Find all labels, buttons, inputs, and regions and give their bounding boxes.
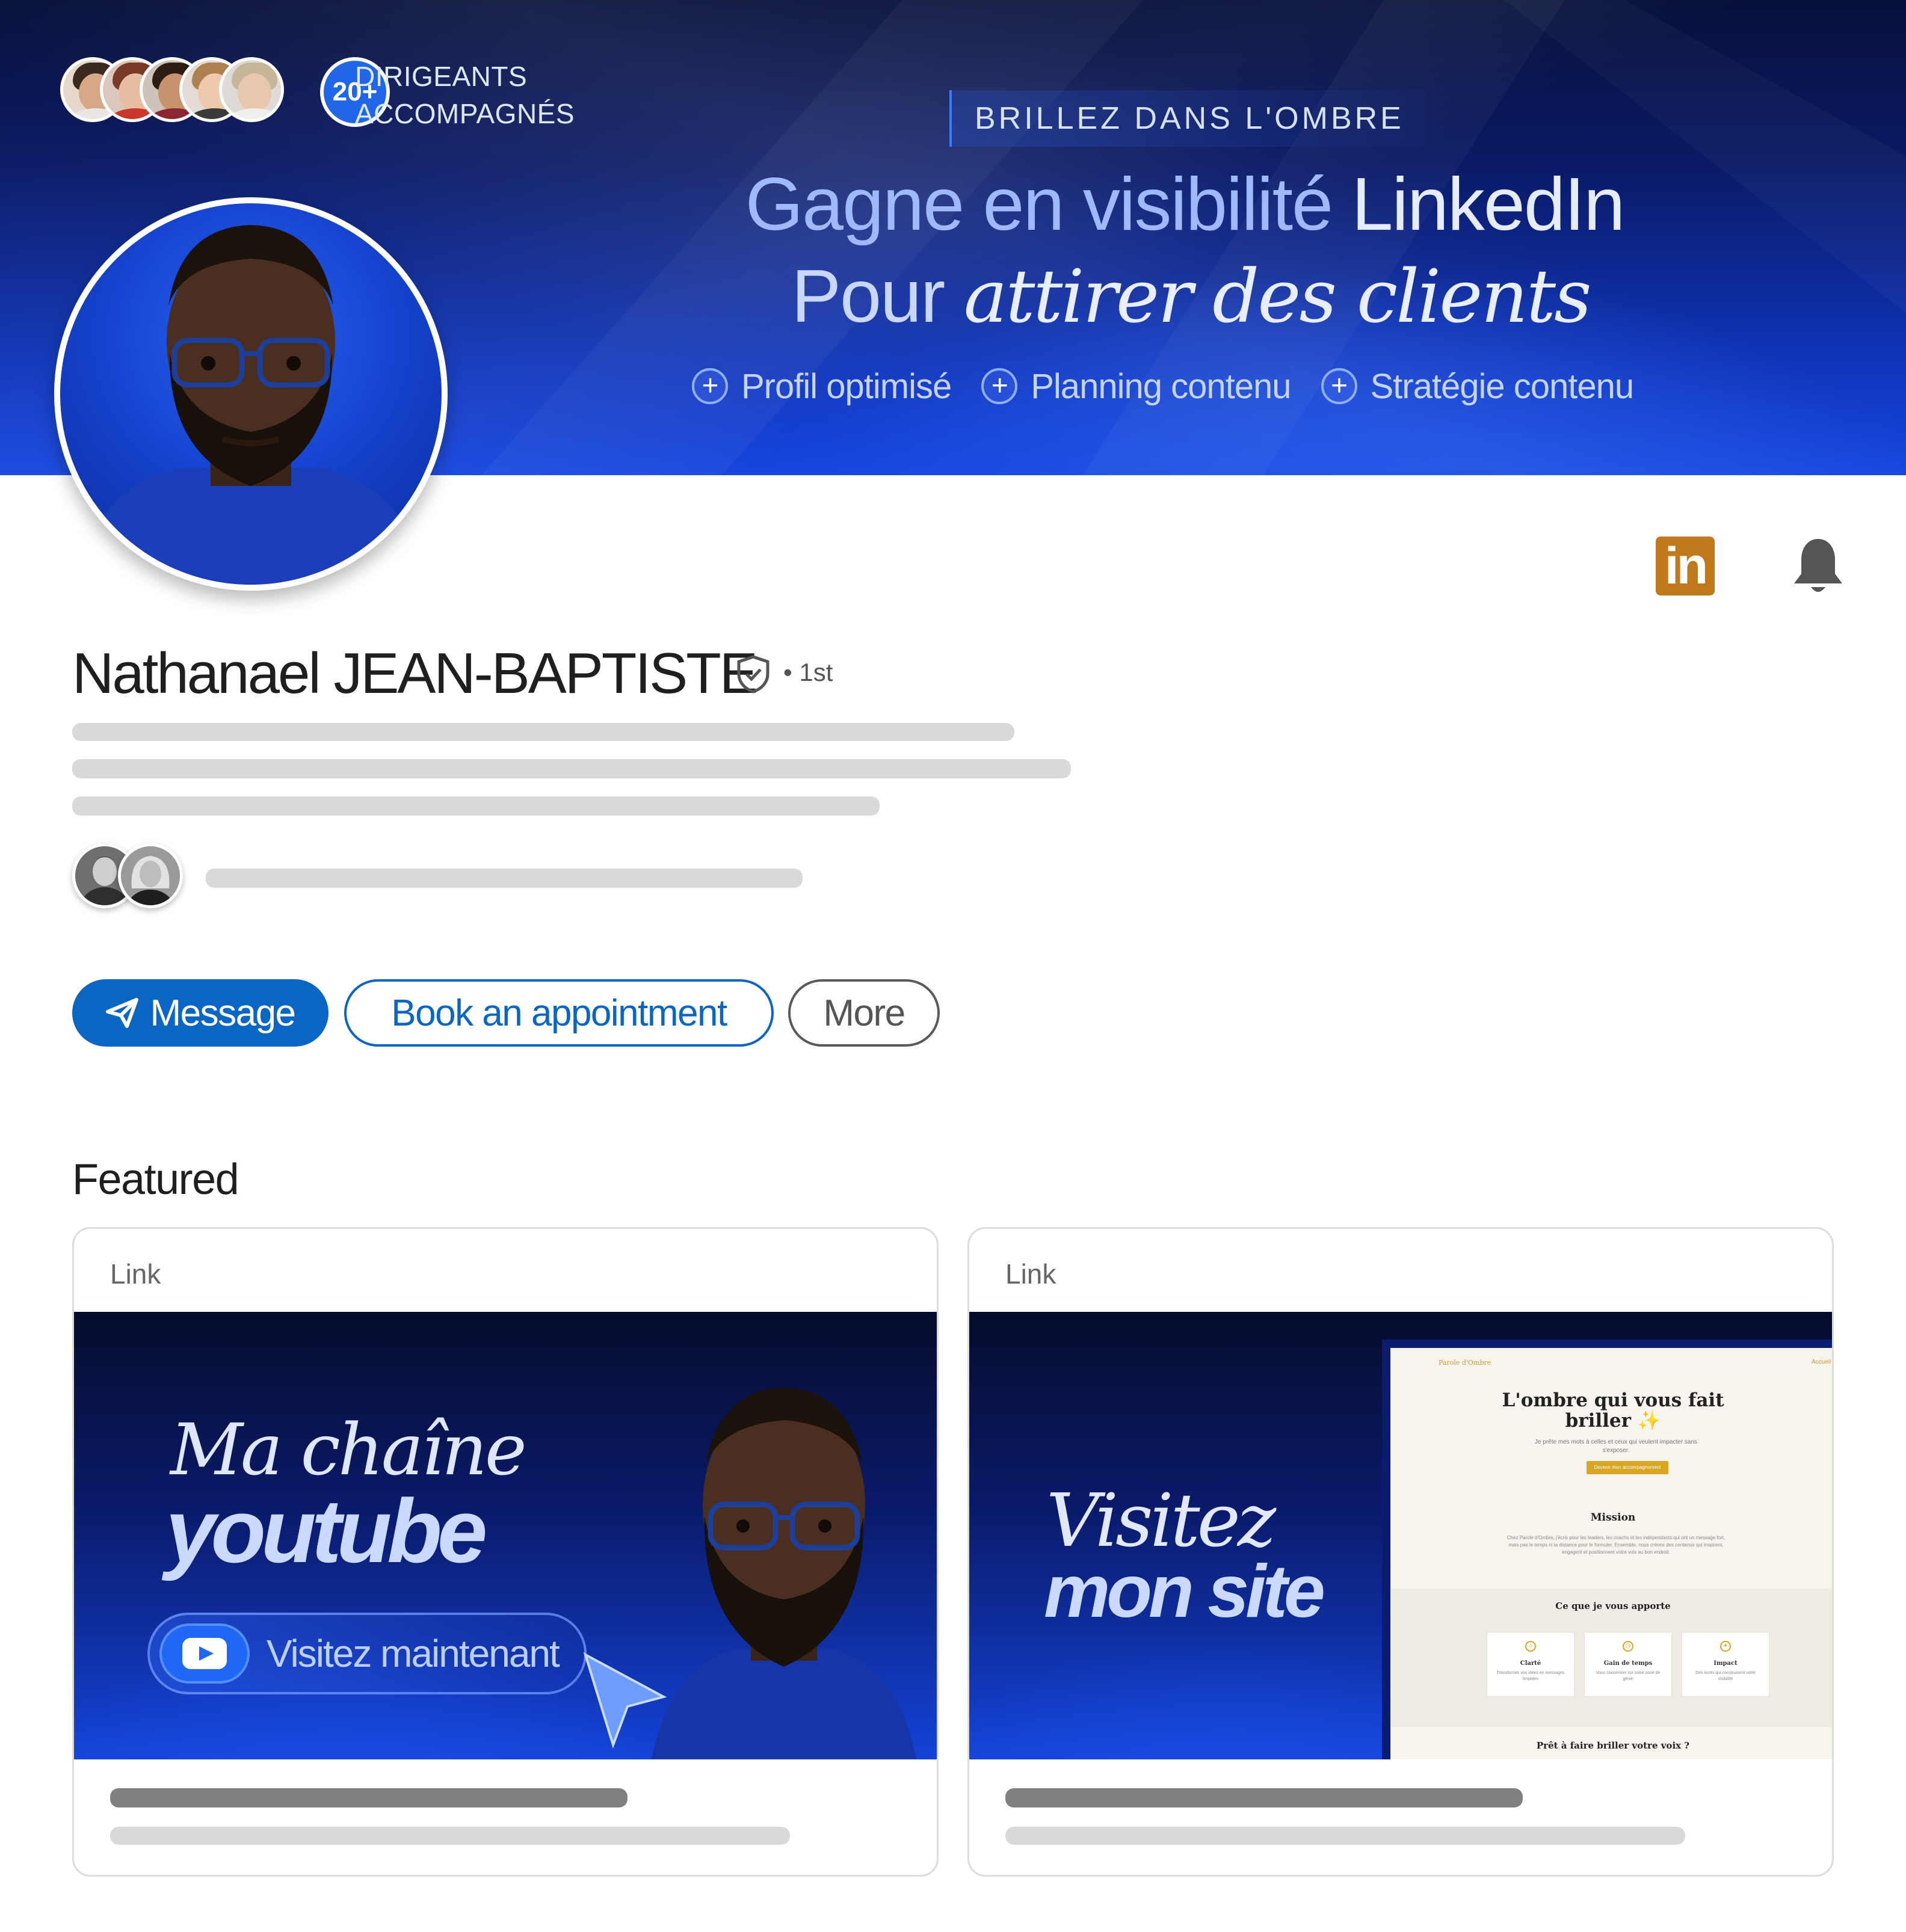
play-icon [159, 1623, 250, 1684]
avatar [219, 57, 284, 122]
thumb-title-line2: youtube [165, 1480, 487, 1581]
message-button[interactable]: Message [72, 979, 328, 1047]
card-subtitle-placeholder [1005, 1827, 1685, 1845]
featured-card-youtube[interactable]: Link Ma chaîne youtube Visitez maintenan… [72, 1227, 939, 1877]
profile-photo[interactable] [54, 197, 448, 591]
card-type-label: Link [110, 1258, 161, 1290]
plus-icon: + [1321, 368, 1357, 404]
featured-card-site[interactable]: Link Visitez mon site Parole d'Ombre Acc… [967, 1227, 1834, 1877]
mock-mission-title: Mission [1590, 1512, 1636, 1524]
card-title-placeholder [110, 1788, 628, 1807]
leaders-caption-line1: DIRIGEANTS [355, 61, 528, 92]
subheadline-part1: Pour [791, 255, 964, 338]
linkedin-icon[interactable]: in [1656, 537, 1715, 595]
thumb-cta-label: Visitez maintenant [267, 1632, 560, 1675]
pill-profil: + Profil optimisé [692, 366, 952, 407]
send-icon [106, 998, 139, 1028]
card-subtitle-placeholder [110, 1827, 790, 1845]
connection-degree: • 1st [783, 658, 833, 686]
portrait [652, 1388, 916, 1759]
card-thumbnail: Ma chaîne youtube Visitez maintenant [74, 1312, 937, 1759]
mock-benefit-text: Transformer vos idées en messages limpid… [1496, 1671, 1565, 1681]
mock-benefit-title: Impact [1713, 1660, 1738, 1667]
mock-nav: Accueil [1812, 1359, 1831, 1365]
mock-benefits-title: Ce que je vous apporte [1555, 1601, 1671, 1611]
leaders-caption-line2: ACCOMPAGNÉS [355, 98, 575, 129]
card-type-label: Link [1005, 1258, 1056, 1290]
book-appointment-button[interactable]: Book an appointment [344, 979, 774, 1047]
mock-heading-line1: L'ombre qui vous fait [1502, 1389, 1724, 1411]
mock-brand: Parole d'Ombre [1439, 1359, 1491, 1367]
profile-name: Nathanael JEAN-BAPTISTE [72, 641, 758, 706]
banner-kicker: BRILLEZ DANS L'OMBRE [949, 90, 1427, 147]
mock-subtext: Je prête mes mots à celles et ceux qui v… [1534, 1439, 1698, 1454]
card-title-placeholder [1005, 1788, 1523, 1807]
mock-benefit-text: Des écrits qui construisent votre visibi… [1695, 1671, 1756, 1681]
plus-icon: + [981, 368, 1018, 404]
mutual-connections-placeholder [206, 869, 803, 888]
portrait [72, 225, 430, 585]
headline-part2: LinkedIn [1332, 163, 1625, 246]
message-button-label: Message [150, 992, 296, 1034]
website-screenshot: Parole d'Ombre Accueil L'ombre qui vous … [1382, 1340, 1832, 1759]
mock-closing: Prêt à faire briller votre voix ? [1536, 1740, 1690, 1751]
bell-icon[interactable] [1789, 535, 1847, 598]
headline-placeholder [72, 723, 1014, 741]
mock-benefit-text: Vous concentrer sur votre zone de génie [1596, 1671, 1661, 1681]
plus-icon: + [692, 368, 728, 404]
mutual-connections[interactable] [72, 843, 193, 911]
avatar [118, 843, 183, 908]
mock-cta: Devenir mon accompagnement [1587, 1461, 1668, 1474]
subheadline-part2: attirer des clients [963, 254, 1592, 339]
mock-benefit: ✦ Impact Des écrits qui construisent vot… [1682, 1632, 1769, 1697]
headline-placeholder [72, 759, 1071, 778]
mock-benefit: ○ Clarté Transformer vos idées en messag… [1487, 1632, 1574, 1697]
mock-heading-line2: briller ✨ [1565, 1410, 1661, 1432]
featured-title: Featured [72, 1155, 239, 1204]
mock-benefit-title: Gain de temps [1603, 1660, 1653, 1667]
mock-mission-text: Chez Parole d'Ombre, j'écris pour les le… [1507, 1535, 1726, 1555]
pill-planning: + Planning contenu [981, 366, 1292, 407]
more-button[interactable]: More [788, 979, 940, 1047]
mock-heading: L'ombre qui vous fait briller ✨ [1390, 1389, 1832, 1432]
pill-label: Planning contenu [1031, 366, 1291, 406]
mock-benefit: ◷ Gain de temps Vous concentrer sur votr… [1584, 1632, 1672, 1697]
thumb-cta: Visitez maintenant [147, 1613, 587, 1694]
mock-benefit-title: Clarté [1520, 1660, 1541, 1667]
headline-placeholder [72, 796, 880, 816]
banner-feature-pills: + Profil optimisé + Planning contenu + S… [692, 360, 1634, 413]
shield-check-icon[interactable] [735, 654, 771, 694]
card-thumbnail: Visitez mon site Parole d'Ombre Accueil … [969, 1312, 1832, 1759]
pill-label: Profil optimisé [741, 366, 952, 406]
pill-strategie: + Stratégie contenu [1321, 366, 1634, 407]
headline-part1: Gagne en visibilité [745, 163, 1333, 246]
pill-label: Stratégie contenu [1370, 366, 1635, 406]
thumb-title-line2: mon site [1044, 1550, 1325, 1633]
leaders-caption: DIRIGEANTS ACCOMPAGNÉS [355, 58, 575, 132]
